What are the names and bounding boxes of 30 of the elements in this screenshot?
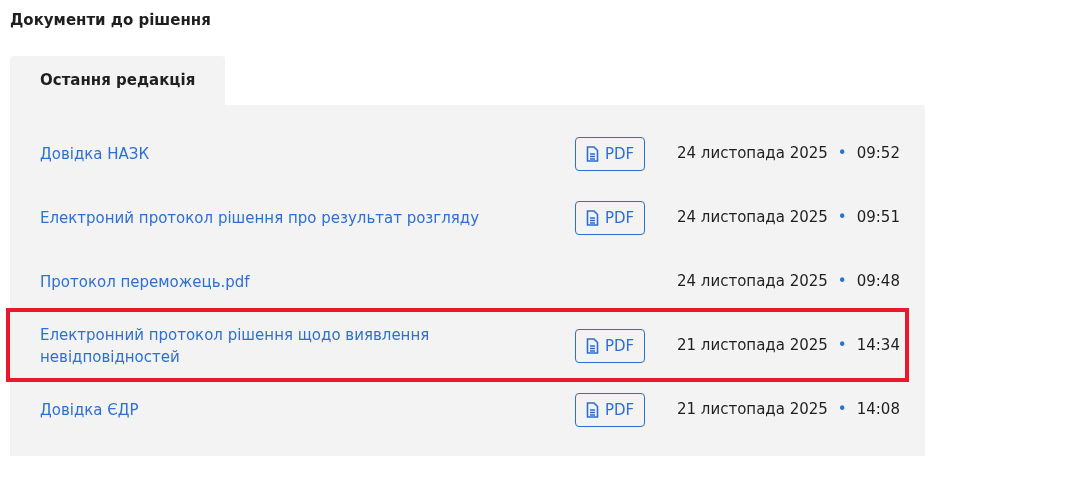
separator-dot: • — [837, 144, 847, 163]
document-link[interactable]: Протокол переможець.pdf — [40, 270, 575, 293]
separator-dot: • — [837, 336, 847, 355]
document-date: 21 листопада 2025 — [677, 336, 828, 355]
separator-dot: • — [837, 208, 847, 227]
document-link[interactable]: Довідка НАЗК — [40, 142, 575, 165]
document-date: 24 листопада 2025 — [677, 144, 828, 163]
document-date: 24 листопада 2025 — [677, 272, 828, 291]
document-time: 14:08 — [856, 400, 900, 419]
document-time: 09:51 — [856, 208, 900, 227]
document-icon — [586, 145, 599, 162]
document-link[interactable]: Довідка ЄДР — [40, 398, 575, 421]
document-date: 24 листопада 2025 — [677, 208, 828, 227]
document-icon — [586, 209, 599, 226]
document-link[interactable]: Електроний протокол рішення про результат розгляду — [40, 206, 575, 229]
document-link[interactable]: Електронний протокол рішення щодо виявлення невідповідностей — [40, 323, 575, 368]
document-time: 09:52 — [856, 144, 900, 163]
document-icon — [586, 337, 599, 354]
pdf-button[interactable]: PDF — [575, 392, 646, 427]
tab[interactable]: Остання редакція — [10, 56, 226, 105]
pdf-button[interactable]: PDF — [575, 328, 646, 363]
pdf-button[interactable]: PDF — [575, 200, 646, 235]
pdf-button[interactable]: PDF — [575, 136, 646, 171]
document-icon — [586, 401, 599, 418]
document-date: 21 листопада 2025 — [677, 400, 828, 419]
document-time: 14:34 — [856, 336, 900, 355]
separator-dot: • — [837, 272, 847, 291]
separator-dot: • — [837, 400, 847, 419]
section-title: Документи до рішення — [10, 10, 212, 31]
document-time: 09:48 — [856, 272, 900, 291]
